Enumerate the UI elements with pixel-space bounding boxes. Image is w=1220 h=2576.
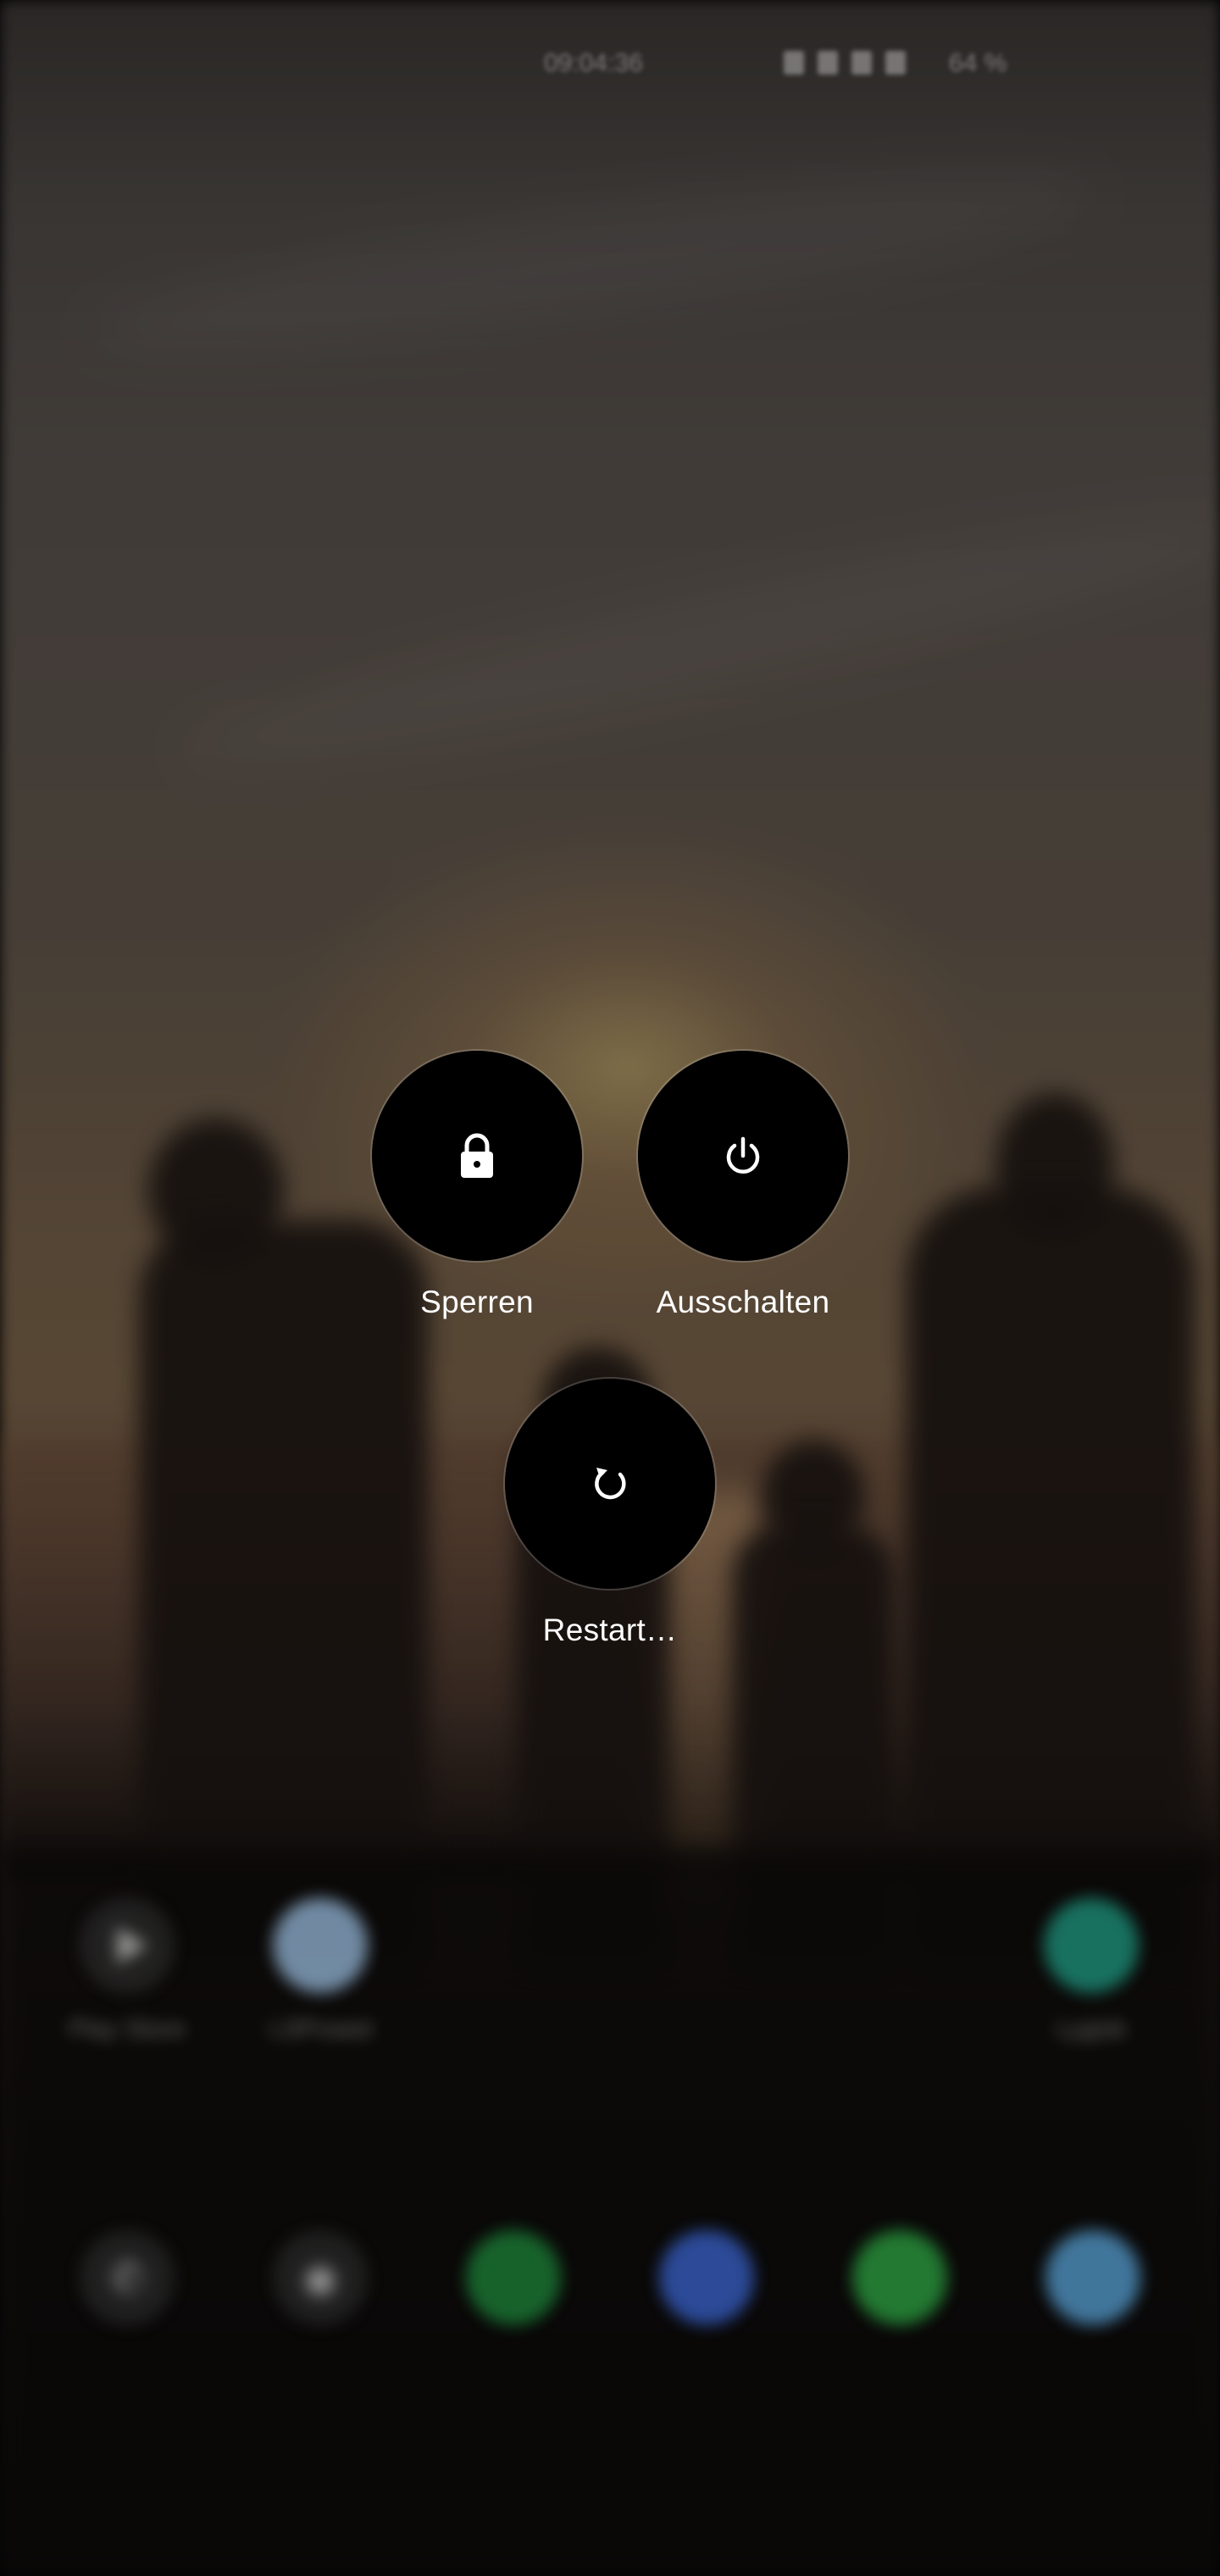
restart-icon bbox=[595, 1468, 626, 1500]
app-lygisk: Lygisk bbox=[1015, 1898, 1167, 2044]
restart-label: Restart… bbox=[542, 1613, 678, 1647]
telegram-icon bbox=[1045, 2230, 1140, 2325]
power-off-label: Ausschalten bbox=[656, 1285, 830, 1319]
lock-icon bbox=[461, 1133, 493, 1178]
data-icon bbox=[851, 51, 872, 75]
app-label: LSPosed bbox=[269, 2015, 372, 2043]
status-time: 09:04:36 bbox=[544, 49, 643, 77]
app-lsposed: LSPosed bbox=[244, 1898, 396, 2044]
restart-button[interactable] bbox=[505, 1379, 715, 1589]
power-off-button[interactable] bbox=[638, 1051, 848, 1261]
battery-level: 64 % bbox=[949, 49, 1007, 77]
lsposed-icon bbox=[273, 1898, 368, 1993]
phone-icon: ✆ bbox=[80, 2230, 175, 2325]
status-icons bbox=[784, 46, 911, 80]
power-menu-screen: 09:04:36 64 % Play Store LSPosed Lygisk … bbox=[0, 0, 1220, 2576]
lock-button[interactable] bbox=[372, 1051, 582, 1261]
spotify-icon bbox=[466, 2230, 561, 2325]
power-icon bbox=[726, 1136, 760, 1174]
messages-icon bbox=[659, 2230, 754, 2325]
lock-label: Sperren bbox=[420, 1285, 534, 1319]
mute-icon bbox=[784, 51, 804, 75]
app-label: Play Store bbox=[68, 2015, 186, 2043]
wifi-icon bbox=[818, 51, 838, 75]
app-label: Lygisk bbox=[1056, 2015, 1127, 2043]
lygisk-icon bbox=[1044, 1898, 1139, 1993]
signal-icon bbox=[885, 51, 906, 75]
play-store-icon bbox=[80, 1898, 175, 1993]
camera-icon: ◉ bbox=[273, 2230, 368, 2325]
status-bar: 09:04:36 64 % bbox=[0, 44, 1220, 86]
app-play-store: Play Store bbox=[51, 1898, 203, 2044]
whatsapp-icon bbox=[852, 2230, 947, 2325]
